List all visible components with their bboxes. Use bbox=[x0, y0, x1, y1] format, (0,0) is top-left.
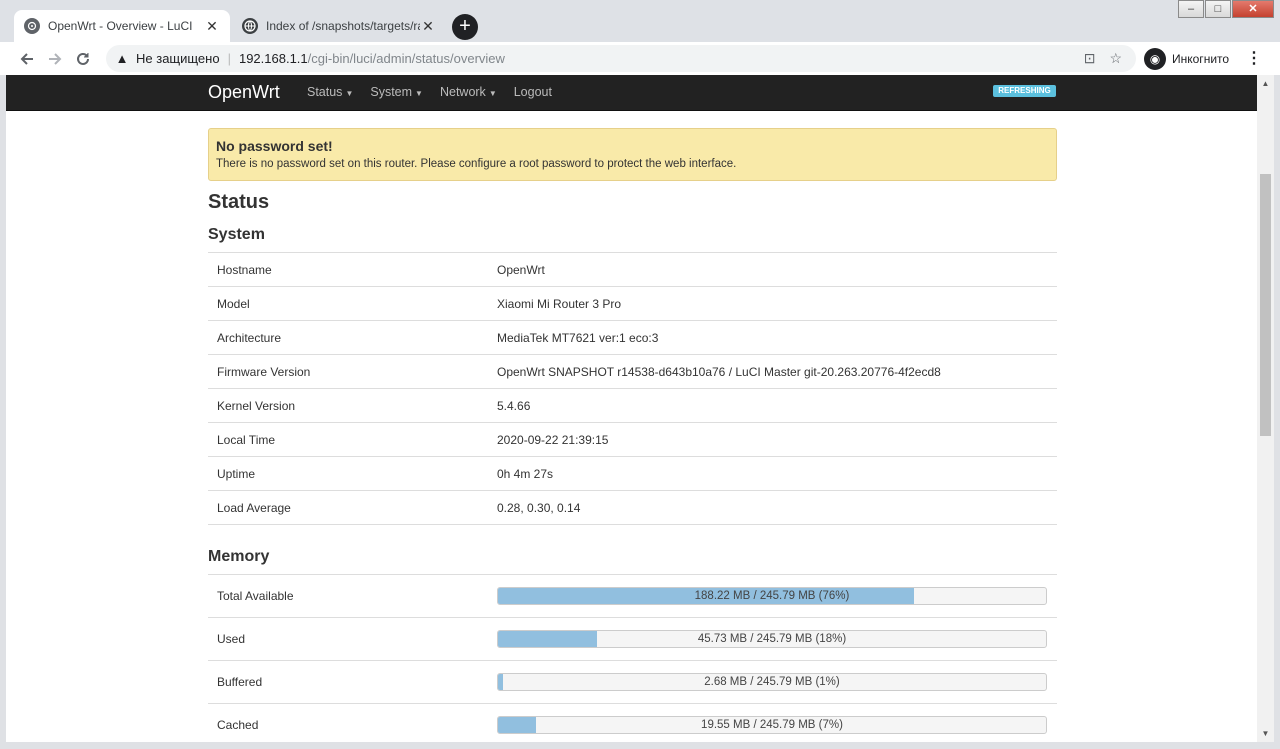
top-navbar: OpenWrt Status ▼ System ▼ Network ▼ Logout … bbox=[6, 75, 1257, 111]
row-key: Total Available bbox=[217, 589, 294, 603]
caret-down-icon: ▼ bbox=[345, 89, 354, 98]
globe-icon bbox=[242, 18, 258, 34]
alert-title: No password set! bbox=[216, 138, 333, 154]
table-row: Load Average 0.28, 0.30, 0.14 bbox=[208, 491, 1057, 525]
progress-label: 2.68 MB / 245.79 MB (1%) bbox=[704, 676, 840, 688]
page-viewport: OpenWrt Status ▼ System ▼ Network ▼ Logout … bbox=[6, 75, 1257, 742]
window-controls: – □ ✕ bbox=[1177, 0, 1274, 18]
scroll-down-icon[interactable]: ▼ bbox=[1257, 725, 1274, 742]
back-arrow-icon[interactable] bbox=[13, 45, 41, 73]
tab-close-icon[interactable]: ✕ bbox=[420, 18, 436, 35]
main-menu: Status ▼ System ▼ Network ▼ Logout bbox=[307, 85, 569, 99]
forward-arrow-icon[interactable] bbox=[41, 45, 69, 73]
menu-system[interactable]: System ▼ bbox=[370, 85, 423, 99]
warning-triangle-icon[interactable]: ▲ bbox=[114, 51, 130, 66]
browser-tab-bar: OpenWrt - Overview - LuCI ✕ Index of /sn… bbox=[0, 0, 1280, 42]
omnibox-actions: ⊡ ☆ bbox=[1084, 45, 1136, 72]
refreshing-badge[interactable]: REFRESHING bbox=[993, 85, 1056, 97]
table-row: Uptime 0h 4m 27s bbox=[208, 457, 1057, 491]
window-close-icon[interactable]: ✕ bbox=[1232, 0, 1274, 18]
no-password-alert: No password set! There is no password se… bbox=[208, 128, 1057, 181]
row-key: Model bbox=[217, 296, 250, 311]
url-host: 192.168.1.1 bbox=[238, 51, 308, 66]
progress-label: 19.55 MB / 245.79 MB (7%) bbox=[701, 719, 843, 731]
openwrt-favicon-icon bbox=[24, 18, 40, 34]
table-row: Model Xiaomi Mi Router 3 Pro bbox=[208, 287, 1057, 321]
incognito-indicator[interactable]: ◉ Инкогнито bbox=[1144, 46, 1229, 72]
row-value: 0h 4m 27s bbox=[497, 466, 554, 481]
page-scrollbar[interactable]: ▲ ▼ bbox=[1257, 75, 1274, 742]
table-row: Hostname OpenWrt bbox=[208, 253, 1057, 287]
table-row: Architecture MediaTek MT7621 ver:1 eco:3 bbox=[208, 321, 1057, 355]
row-key: Hostname bbox=[217, 262, 272, 277]
alert-text: There is no password set on this router.… bbox=[216, 158, 737, 170]
row-key: Uptime bbox=[217, 466, 256, 481]
row-value: OpenWrt bbox=[497, 262, 545, 277]
row-value: OpenWrt SNAPSHOT r14538-d643b10a76 / LuC… bbox=[497, 364, 941, 379]
row-value: MediaTek MT7621 ver:1 eco:3 bbox=[497, 330, 659, 345]
row-key: Firmware Version bbox=[217, 364, 311, 379]
browser-tab-active[interactable]: OpenWrt - Overview - LuCI ✕ bbox=[14, 10, 230, 42]
caret-down-icon: ▼ bbox=[415, 89, 423, 98]
memory-row: Buffered 2.68 MB / 245.79 MB (1%) bbox=[208, 661, 1057, 704]
progress-bar: 45.73 MB / 245.79 MB (18%) bbox=[497, 630, 1047, 648]
menu-label: Status bbox=[307, 85, 343, 99]
progress-label: 45.73 MB / 245.79 MB (18%) bbox=[697, 633, 847, 645]
scrollbar-thumb[interactable] bbox=[1260, 174, 1271, 436]
memory-row: Total Available 188.22 MB / 245.79 MB (7… bbox=[208, 575, 1057, 618]
incognito-label: Инкогнито bbox=[1172, 52, 1230, 66]
minimize-icon[interactable]: – bbox=[1178, 0, 1204, 18]
page-title: Status bbox=[208, 191, 270, 213]
brand-logo[interactable]: OpenWrt bbox=[208, 82, 280, 103]
memory-section-title: Memory bbox=[208, 548, 270, 565]
caret-down-icon: ▼ bbox=[488, 89, 497, 98]
tab-title: OpenWrt - Overview - LuCI bbox=[48, 19, 193, 33]
memory-table: Total Available 188.22 MB / 245.79 MB (7… bbox=[208, 574, 1057, 742]
browser-toolbar: ▲ Не защищено | 192.168.1.1 /cgi-bin/luc… bbox=[0, 42, 1280, 75]
table-row: Kernel Version 5.4.66 bbox=[208, 389, 1057, 423]
row-key: Load Average bbox=[217, 500, 291, 515]
browser-tab-inactive[interactable]: Index of /snapshots/targets/ramips ✕ bbox=[232, 10, 446, 42]
row-key: Local Time bbox=[217, 432, 276, 447]
bookmark-star-icon[interactable]: ☆ bbox=[1109, 50, 1122, 67]
url-path: /cgi-bin/luci/admin/status/overview bbox=[307, 51, 505, 66]
tab-close-icon[interactable]: ✕ bbox=[204, 18, 220, 35]
url-separator: | bbox=[227, 51, 231, 66]
address-bar[interactable]: ▲ Не защищено | 192.168.1.1 /cgi-bin/luc… bbox=[106, 45, 1136, 72]
row-key: Architecture bbox=[217, 330, 282, 345]
maximize-icon[interactable]: □ bbox=[1205, 0, 1231, 18]
row-value: 0.28, 0.30, 0.14 bbox=[497, 500, 581, 515]
menu-label: Network bbox=[439, 85, 486, 99]
menu-network[interactable]: Network ▼ bbox=[440, 85, 497, 99]
browser-menu-icon[interactable]: ⋮ bbox=[1246, 48, 1262, 68]
translate-icon[interactable]: ⊡ bbox=[1084, 50, 1096, 67]
new-tab-button[interactable]: + bbox=[452, 14, 478, 40]
reload-icon[interactable] bbox=[69, 45, 97, 73]
memory-row: Cached 19.55 MB / 245.79 MB (7%) bbox=[208, 704, 1057, 742]
progress-bar: 19.55 MB / 245.79 MB (7%) bbox=[497, 716, 1047, 734]
row-key: Cached bbox=[217, 718, 259, 732]
menu-status[interactable]: Status ▼ bbox=[307, 85, 353, 99]
tab-title: Index of /snapshots/targets/ramips bbox=[266, 19, 420, 33]
menu-label: Logout bbox=[513, 85, 552, 99]
progress-bar: 2.68 MB / 245.79 MB (1%) bbox=[497, 673, 1047, 691]
row-key: Buffered bbox=[217, 675, 263, 689]
memory-row: Used 45.73 MB / 245.79 MB (18%) bbox=[208, 618, 1057, 661]
progress-bar: 188.22 MB / 245.79 MB (76%) bbox=[497, 587, 1047, 605]
incognito-icon: ◉ bbox=[1144, 48, 1166, 70]
progress-label: 188.22 MB / 245.79 MB (76%) bbox=[694, 590, 850, 602]
system-table: Hostname OpenWrt Model Xiaomi Mi Router 3 … bbox=[208, 252, 1057, 525]
menu-label: System bbox=[370, 85, 413, 99]
row-value: 2020-09-22 21:39:15 bbox=[497, 432, 609, 447]
row-key: Used bbox=[217, 632, 246, 646]
system-section-title: System bbox=[208, 226, 265, 243]
row-key: Kernel Version bbox=[217, 398, 296, 413]
table-row: Local Time 2020-09-22 21:39:15 bbox=[208, 423, 1057, 457]
menu-logout[interactable]: Logout bbox=[514, 85, 552, 99]
table-row: Firmware Version OpenWrt SNAPSHOT r14538-… bbox=[208, 355, 1057, 389]
row-value: 5.4.66 bbox=[497, 398, 531, 413]
scroll-up-icon[interactable]: ▲ bbox=[1257, 75, 1274, 92]
row-value: Xiaomi Mi Router 3 Pro bbox=[497, 296, 622, 311]
security-status[interactable]: Не защищено bbox=[136, 51, 220, 66]
